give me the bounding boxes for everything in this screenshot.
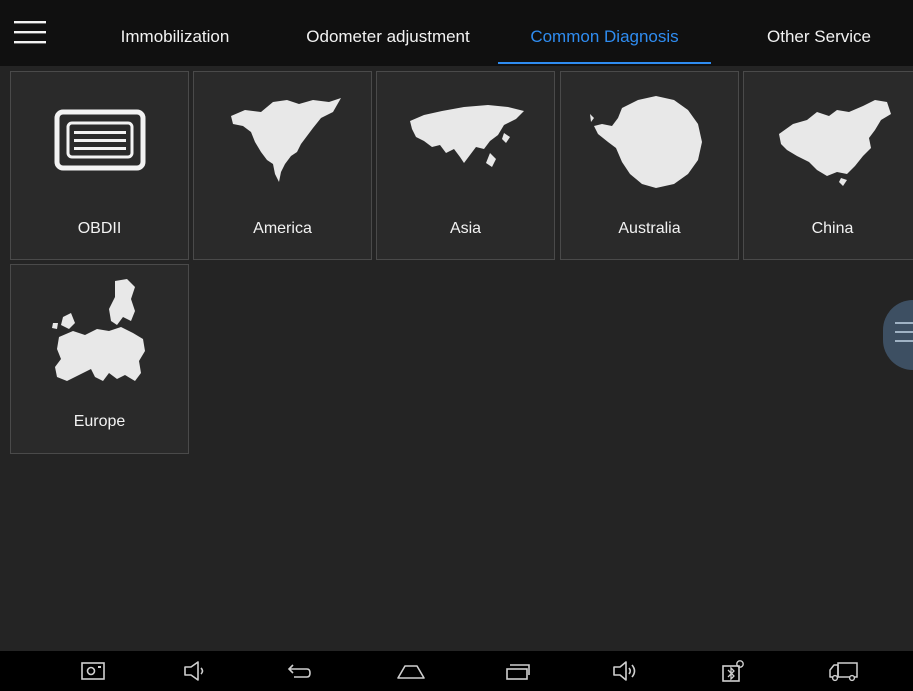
- handle-line-icon: [895, 331, 913, 333]
- tile-asia[interactable]: Asia: [376, 71, 555, 260]
- top-app-bar: Immobilization Odometer adjustment Commo…: [0, 0, 913, 66]
- tile-label: OBDII: [77, 220, 122, 237]
- recent-apps-icon[interactable]: [505, 659, 531, 683]
- active-tab-indicator: [498, 62, 711, 64]
- europe-map-icon: [11, 279, 188, 387]
- tile-label: America: [253, 220, 312, 237]
- handle-line-icon: [895, 322, 913, 324]
- back-icon[interactable]: [286, 659, 312, 683]
- antarctica-map-icon: [561, 86, 738, 194]
- tile-label: Australia: [618, 220, 681, 237]
- tile-label: China: [811, 220, 854, 237]
- asia-map-icon: [377, 86, 554, 194]
- north-america-map-icon: [194, 86, 371, 194]
- tab-immobilization[interactable]: Immobilization: [100, 0, 250, 66]
- truck-icon[interactable]: [828, 659, 860, 683]
- tile-america[interactable]: America: [193, 71, 372, 260]
- hamburger-menu-icon[interactable]: [14, 16, 48, 50]
- tile-china[interactable]: China: [743, 71, 913, 260]
- tile-label: Asia: [449, 220, 482, 237]
- screenshot-icon[interactable]: [80, 659, 106, 683]
- system-navigation-bar: [0, 651, 913, 691]
- tab-odometer-adjustment[interactable]: Odometer adjustment: [283, 0, 493, 66]
- china-map-icon: [744, 86, 913, 194]
- tile-australia[interactable]: Australia: [560, 71, 739, 260]
- side-drawer-handle[interactable]: [883, 300, 913, 370]
- tab-other-service[interactable]: Other Service: [744, 0, 894, 66]
- tab-common-diagnosis[interactable]: Common Diagnosis: [498, 0, 711, 66]
- home-icon[interactable]: [396, 659, 426, 683]
- volume-up-icon[interactable]: [612, 659, 638, 683]
- tile-europe[interactable]: Europe: [10, 264, 189, 454]
- tile-obdii[interactable]: OBDII: [10, 71, 189, 260]
- obd-connector-icon: [11, 86, 188, 194]
- bluetooth-settings-icon[interactable]: [720, 659, 746, 683]
- tile-label: Europe: [73, 413, 126, 430]
- handle-line-icon: [895, 340, 913, 342]
- volume-down-icon[interactable]: [182, 659, 208, 683]
